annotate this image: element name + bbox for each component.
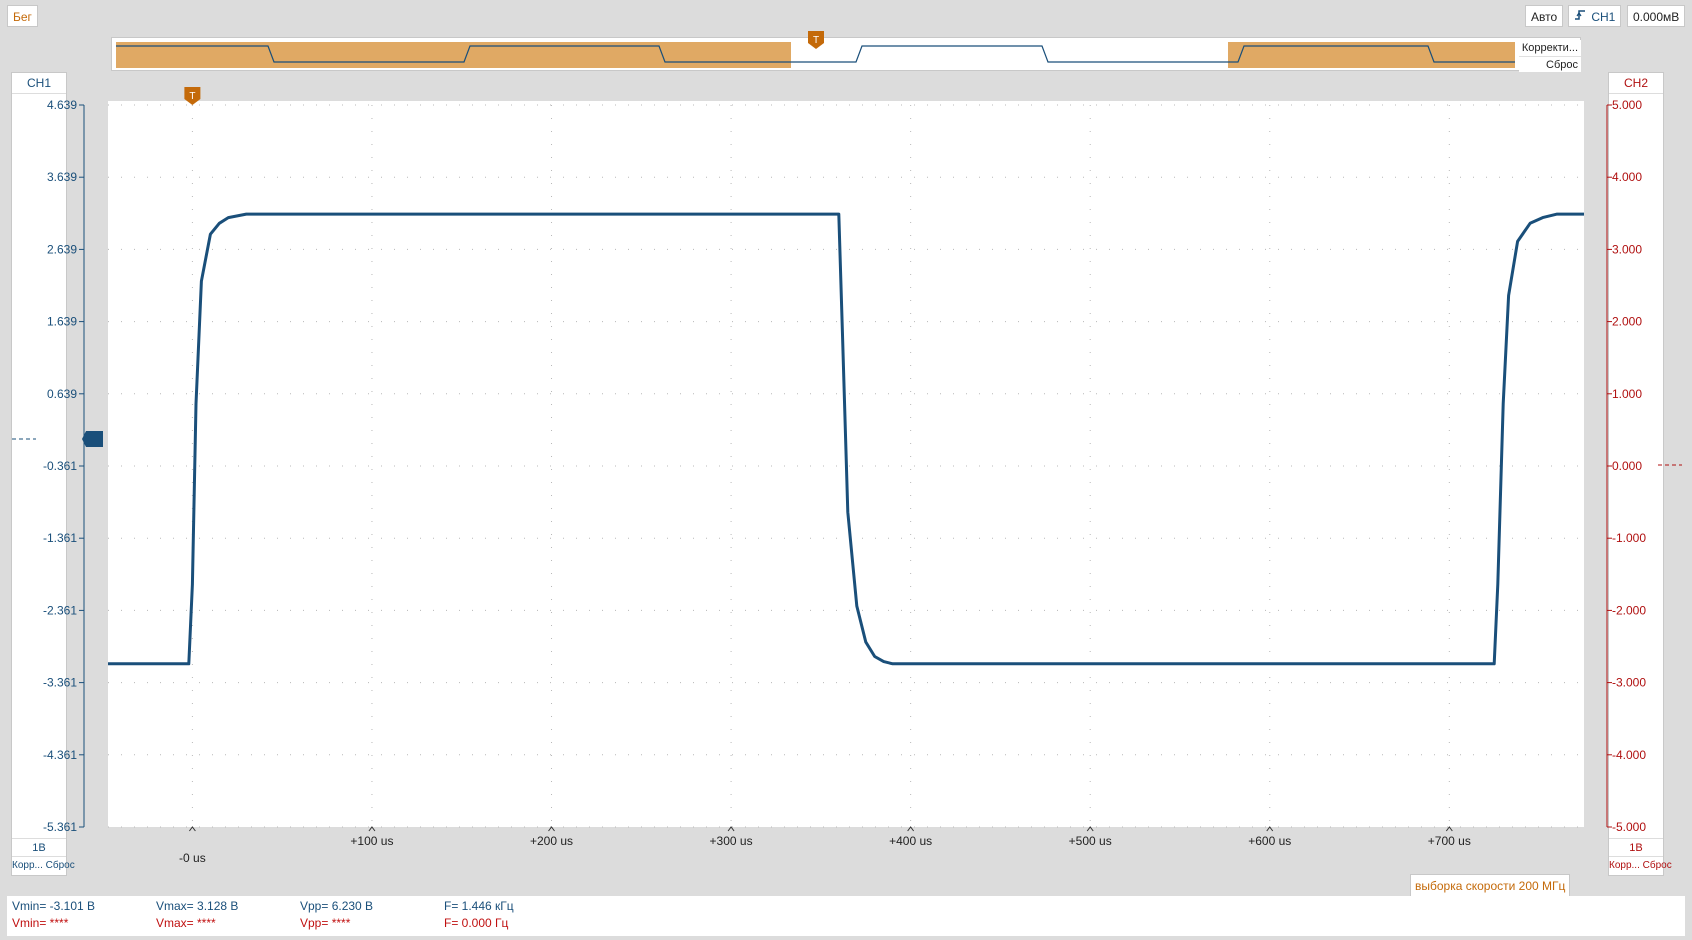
overview-trigger-marker[interactable]: T [808, 31, 824, 49]
x-tick-mark [1266, 826, 1274, 832]
ch1-ground-marker[interactable] [12, 431, 103, 447]
y-left-tick-label: -1.361 [43, 531, 77, 545]
x-tick-mark [368, 826, 376, 832]
y-left-tick-label: 0.639 [47, 387, 77, 401]
ch1-vmin: Vmin= -3.101 В [12, 899, 96, 913]
x-tick-label: -0 us [179, 851, 206, 865]
y-right-tick-label: -4.000 [1612, 748, 1646, 762]
y-left-tick-label: -5.361 [43, 820, 77, 834]
y-left-tick-label: 4.639 [47, 98, 77, 112]
y-right-tick-label: -3.000 [1612, 676, 1646, 690]
x-tick-label: +400 us [889, 834, 932, 848]
x-tick-label: +300 us [710, 834, 753, 848]
x-tick-label: +700 us [1428, 834, 1471, 848]
y-left-tick-label: -4.361 [43, 748, 77, 762]
ch1-ground-shape [82, 431, 103, 447]
ch2-vmax: Vmax= **** [156, 916, 216, 930]
ch1-vpp: Vpp= 6.230 В [300, 899, 374, 913]
ch2-vpp: Vpp= **** [300, 916, 351, 930]
y-left-tick-label: 1.639 [47, 315, 77, 329]
x-tick-mark [1086, 826, 1094, 832]
y-left-tick-label: -0.361 [43, 459, 77, 473]
x-tick-mark [1445, 826, 1453, 832]
y-left-tick-label: 2.639 [47, 242, 77, 256]
y-right-tick-label: -1.000 [1612, 531, 1646, 545]
measurements-panel: Vmin= -3.101 В Vmax= 3.128 В Vpp= 6.230 … [7, 896, 1685, 936]
overview-trigger-label: T [813, 35, 819, 46]
y-left-tick-label: -3.361 [43, 676, 77, 690]
ch2-frequency: F= 0.000 Гц [444, 916, 509, 930]
oscilloscope-plot[interactable]: 4.639 5.000 3.639 4.000 2.639 3.000 1.639 2.000… [0, 0, 1692, 874]
x-tick-label: +600 us [1248, 834, 1291, 848]
ch2-vmin: Vmin= **** [12, 916, 69, 930]
y-right-tick-label: 2.000 [1612, 315, 1642, 329]
y-right-tick-label: -2.000 [1612, 603, 1646, 617]
x-tick-label: +200 us [530, 834, 573, 848]
y-right-tick-label: 0.000 [1612, 459, 1642, 473]
y-right-tick-label: 5.000 [1612, 98, 1642, 112]
ch1-frequency: F= 1.446 кГц [444, 899, 514, 913]
x-tick-label: +500 us [1069, 834, 1112, 848]
y-right-tick-label: 1.000 [1612, 387, 1642, 401]
ch1-vmax: Vmax= 3.128 В [156, 899, 239, 913]
x-tick-mark [907, 826, 915, 832]
y-right-tick-label: 4.000 [1612, 170, 1642, 184]
y-left-tick-label: 3.639 [47, 170, 77, 184]
y-left-tick-label: -2.361 [43, 603, 77, 617]
sample-rate-label: выборка скорости 200 МГц [1410, 874, 1571, 898]
y-right-tick-label: -5.000 [1612, 820, 1646, 834]
x-tick-mark [548, 826, 555, 832]
x-tick-mark [188, 826, 196, 832]
x-tick-label: +100 us [350, 834, 393, 848]
y-right-tick-label: 3.000 [1612, 242, 1642, 256]
x-tick-mark [727, 826, 735, 832]
trigger-marker-label: T [189, 91, 195, 102]
